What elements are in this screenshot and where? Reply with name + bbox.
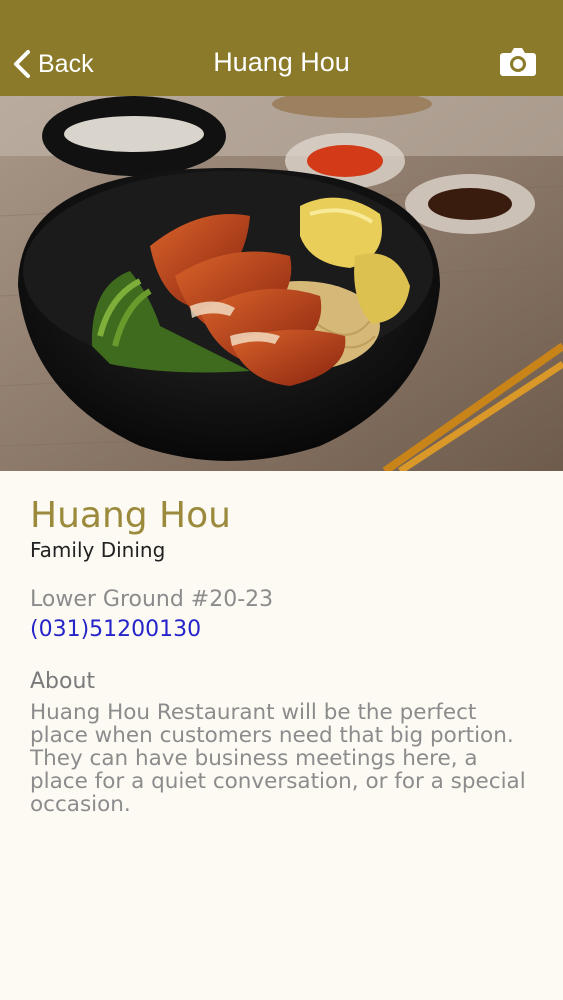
restaurant-category: Family Dining	[30, 538, 166, 562]
food-photo-illustration	[0, 96, 563, 471]
page-title: Huang Hou	[213, 47, 350, 77]
phone-link[interactable]: (031)51200130	[30, 615, 535, 645]
about-heading: About	[30, 669, 96, 694]
restaurant-info: Huang Hou Family Dining Lower Ground #20…	[30, 495, 535, 816]
restaurant-name: Huang Hou	[30, 495, 231, 536]
camera-icon	[500, 48, 536, 76]
hero-food-photo	[0, 96, 563, 471]
navigation-bar: Back Huang Hou	[0, 0, 563, 96]
about-description: Huang Hou Restaurant will be the perfect…	[30, 700, 526, 817]
restaurant-location: Lower Ground #20-23	[30, 587, 274, 612]
camera-button[interactable]	[499, 44, 537, 78]
